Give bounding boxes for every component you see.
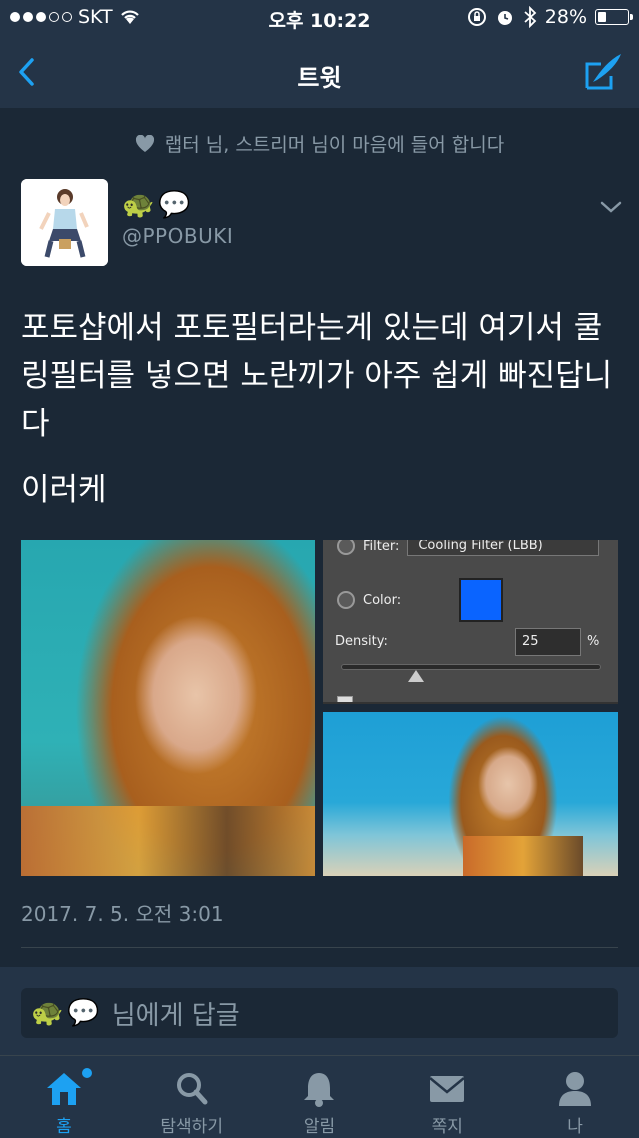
speech-bubble-emoji: 💬 xyxy=(158,190,191,220)
density-input: 25 xyxy=(515,628,581,656)
divider xyxy=(21,947,618,948)
filter-select: Cooling Filter (LBB) xyxy=(407,540,600,556)
media-image-photo-filter-panel[interactable]: Filter: Cooling Filter (LBB) Color: Dens… xyxy=(323,540,618,704)
bluetooth-icon xyxy=(524,6,537,28)
tab-me[interactable]: 나 xyxy=(511,1056,639,1138)
density-label: Density: xyxy=(335,634,388,649)
density-unit: % xyxy=(587,634,600,649)
more-options-button[interactable] xyxy=(599,198,623,216)
navigation-bar: 트윗 xyxy=(0,36,639,108)
rotation-lock-icon xyxy=(467,8,486,26)
person-icon xyxy=(559,1072,592,1106)
media-image-filtered[interactable] xyxy=(323,712,618,876)
tab-label: 홈 xyxy=(56,1117,72,1137)
tab-notifications[interactable]: 알림 xyxy=(256,1056,384,1138)
heart-icon xyxy=(135,134,154,152)
page-title: 트윗 xyxy=(297,64,342,92)
notification-dot xyxy=(82,1068,92,1078)
filter-label: Filter: xyxy=(363,540,400,554)
social-context-text: 랩터 님, 스트리머 님이 마음에 들어 합니다 xyxy=(164,134,505,156)
home-icon xyxy=(46,1073,81,1105)
color-label: Color: xyxy=(363,592,402,608)
search-icon xyxy=(176,1073,208,1105)
tab-home[interactable]: 홈 xyxy=(0,1056,128,1138)
turtle-emoji: 🐢 xyxy=(31,998,64,1028)
display-name: 🐢 💬 xyxy=(122,188,233,222)
tab-label: 나 xyxy=(567,1117,583,1137)
status-icons: 28% xyxy=(467,6,633,28)
tab-search[interactable]: 탐색하기 xyxy=(128,1056,256,1138)
avatar-illustration xyxy=(21,179,108,266)
media-image-original[interactable] xyxy=(21,540,315,876)
radio-icon xyxy=(337,540,355,555)
color-row: Color: xyxy=(337,578,504,622)
reply-placeholder: 님에게 답글 xyxy=(111,1000,240,1031)
color-swatch xyxy=(459,578,504,622)
status-bar: SKT 오후 10:22 28% xyxy=(0,0,639,36)
density-slider-track xyxy=(341,664,601,670)
tweet-timestamp: 2017. 7. 5. 오전 3:01 xyxy=(21,902,224,926)
filter-row: Filter: Cooling Filter (LBB) xyxy=(337,540,600,556)
tab-bar: 홈 탐색하기 알림 쪽지 나 xyxy=(0,1055,639,1138)
user-handle: @PPOBUKI xyxy=(122,224,234,248)
tab-messages[interactable]: 쪽지 xyxy=(383,1056,511,1138)
alarm-icon xyxy=(497,11,512,25)
avatar[interactable] xyxy=(21,179,108,266)
tweet-text: 포토샵에서 포토필터라는게 있는데 여기서 쿨링필터를 넣으면 노란끼가 아주 … xyxy=(21,304,621,532)
compose-button[interactable] xyxy=(583,50,625,92)
turtle-emoji: 🐢 xyxy=(122,190,155,220)
reply-area: 🐢 💬 님에게 답글 xyxy=(0,967,639,1055)
chevron-down-icon xyxy=(600,201,622,213)
mail-icon xyxy=(429,1076,466,1102)
radio-icon xyxy=(337,591,355,609)
battery-icon xyxy=(595,9,633,25)
speech-bubble-emoji: 💬 xyxy=(67,998,100,1028)
tweet-paragraph: 포토샵에서 포토필터라는게 있는데 여기서 쿨링필터를 넣으면 노란끼가 아주 … xyxy=(21,310,613,442)
social-context: 랩터 님, 스트리머 님이 마음에 들어 합니다 xyxy=(0,130,639,157)
bell-icon xyxy=(304,1073,335,1107)
tab-label: 쪽지 xyxy=(431,1117,463,1137)
checkbox-icon xyxy=(337,696,353,702)
tab-label: 탐색하기 xyxy=(160,1117,223,1137)
battery-percent: 28% xyxy=(544,6,587,28)
tweet-author[interactable]: 🐢 💬 @PPOBUKI xyxy=(122,188,233,248)
density-slider-thumb xyxy=(408,670,424,682)
tweet-media: Filter: Cooling Filter (LBB) Color: Dens… xyxy=(21,540,618,876)
compose-quill-icon xyxy=(585,54,621,90)
tab-label: 알림 xyxy=(303,1117,336,1137)
reply-input[interactable]: 🐢 💬 님에게 답글 xyxy=(21,988,618,1038)
tweet-paragraph: 이러케 xyxy=(21,472,107,508)
